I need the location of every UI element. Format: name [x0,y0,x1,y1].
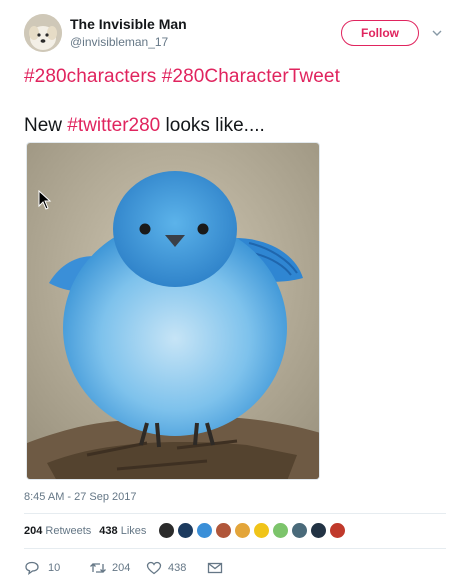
hashtag-link[interactable]: #280CharacterTweet [162,66,340,87]
like-count: 438 [168,562,187,574]
author-name[interactable]: The Invisible Man [70,16,187,32]
tweet-text: New [24,115,68,136]
hashtag-link[interactable]: #twitter280 [67,115,160,136]
reply-count: 10 [48,562,61,574]
retweets-count: 204 [24,525,43,537]
liker-avatar[interactable] [253,522,270,539]
liker-avatar[interactable] [158,522,175,539]
reply-icon [25,561,39,575]
retweet-count: 204 [112,562,131,574]
likes-count: 438 [99,525,118,537]
liker-avatar[interactable] [234,522,251,539]
timestamp[interactable]: 8:45 AM - 27 Sep 2017 [24,491,137,503]
follow-button[interactable]: Follow [341,20,419,46]
chevron-down-icon[interactable] [431,27,443,39]
retweets-label: Retweets [45,525,92,537]
mouse-pointer-icon [38,190,52,210]
retweet-icon [90,563,106,573]
tweet-text-line-1: #280characters #280CharacterTweet [24,66,340,88]
tweet-text: looks like.... [160,115,265,136]
liker-avatar[interactable] [310,522,327,539]
liker-avatar[interactable] [272,522,289,539]
heart-icon [146,561,162,575]
tweet-text-line-2: New #twitter280 looks like.... [24,115,265,137]
envelope-icon [207,562,223,574]
dog-avatar-icon [24,14,62,52]
bluebird-photo [27,143,319,479]
engagement-stats: 204 Retweets 438 Likes [24,525,154,537]
liker-avatar[interactable] [329,522,346,539]
divider [24,548,446,549]
hashtag-link[interactable]: #280characters [24,66,156,87]
liker-avatar[interactable] [215,522,232,539]
tweet-card: The Invisible Man @invisibleman_17 Follo… [0,0,469,585]
likes-label: Likes [120,525,147,537]
author-handle[interactable]: @invisibleman_17 [70,35,168,49]
liker-avatar[interactable] [291,522,308,539]
likes-stat[interactable]: 438 Likes [99,525,146,537]
divider [24,513,446,514]
tweet-photo[interactable] [26,142,320,480]
liker-avatar[interactable] [177,522,194,539]
retweets-stat[interactable]: 204 Retweets [24,525,91,537]
liker-avatar[interactable] [196,522,213,539]
author-avatar[interactable] [24,14,62,52]
